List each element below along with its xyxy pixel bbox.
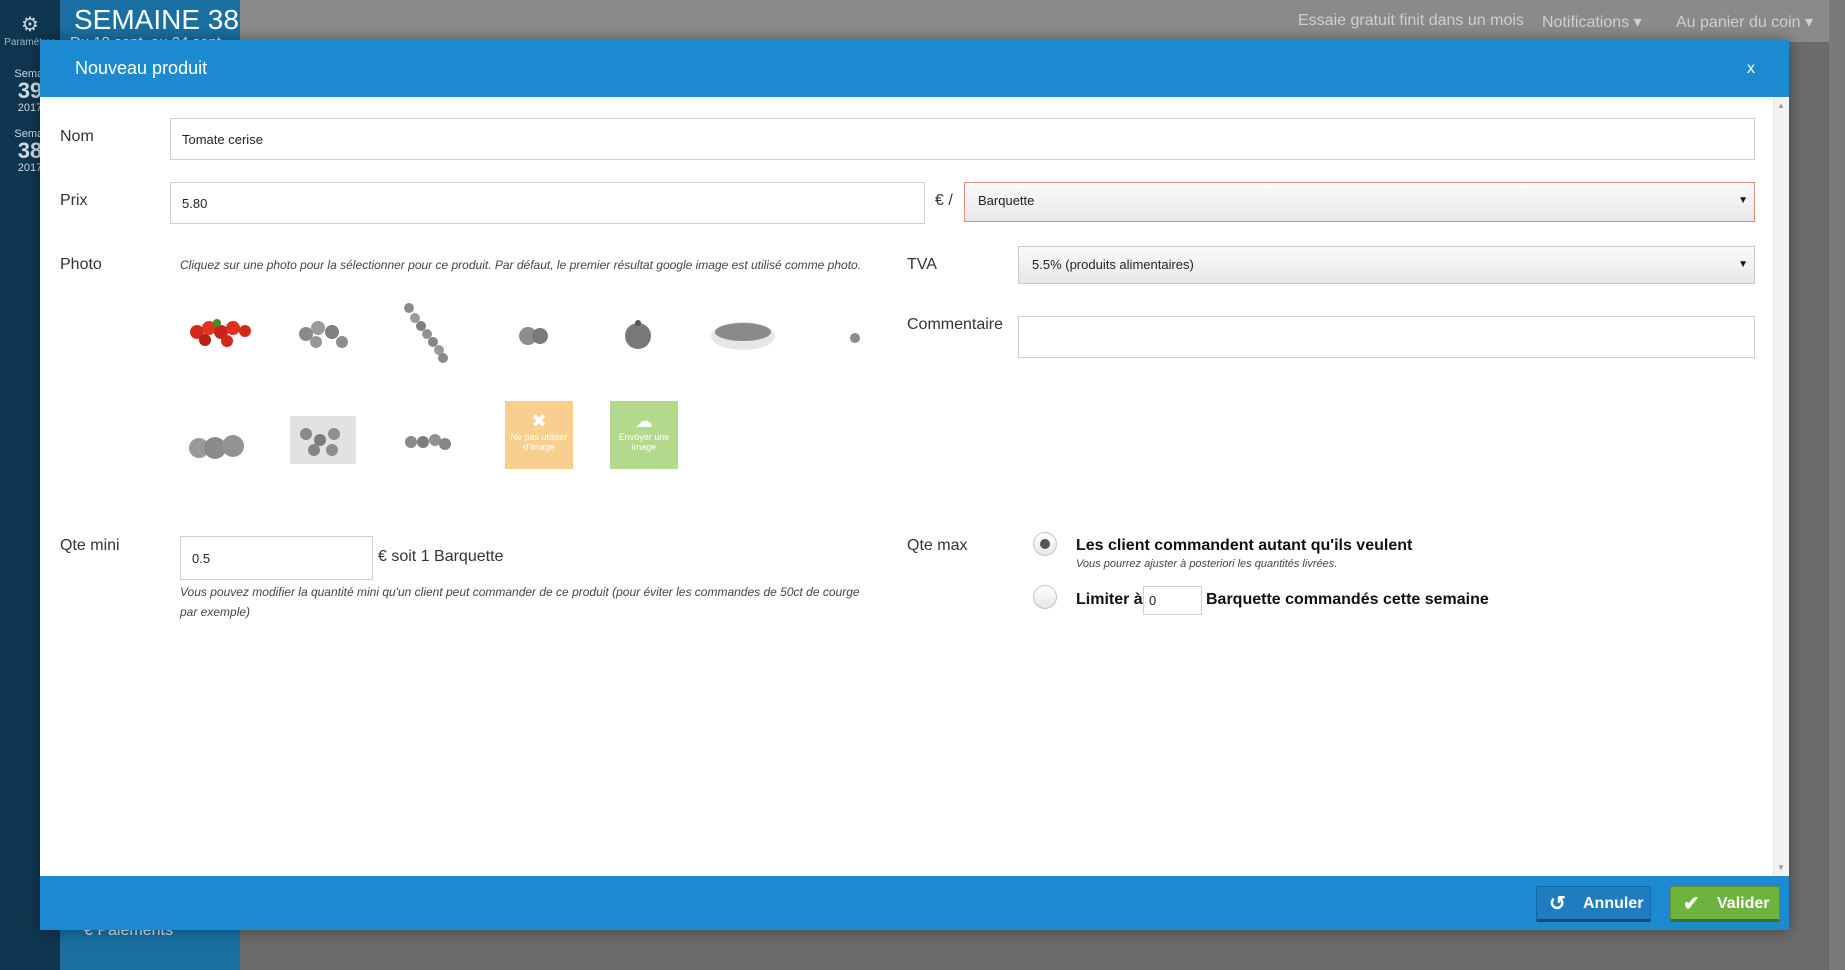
dropdown-arrow-icon: ▼ (1738, 195, 1748, 206)
close-button[interactable]: x (1747, 60, 1755, 78)
cart-menu[interactable]: Au panier du coin ▾ (1676, 12, 1813, 32)
upload-image-option[interactable]: ☁ Envoyer une image (610, 401, 678, 469)
top-bar: Essaie gratuit finit dans un mois Notifi… (240, 0, 1845, 42)
small-tomato-image (850, 333, 860, 343)
tva-select[interactable]: 5.5% (produits alimentaires) ▼ (1018, 246, 1755, 284)
no-image-option[interactable]: ✖ Ne pas utiliser d'image (505, 401, 573, 469)
qte-mini-label: Qte mini (60, 537, 120, 554)
gear-icon: ⚙ (21, 14, 39, 36)
photo-option-10[interactable] (393, 404, 463, 474)
radio-unlimited[interactable] (1033, 532, 1057, 556)
qte-mini-input[interactable] (180, 536, 373, 580)
unlimited-option-label: Les client commandent autant qu'ils veul… (1076, 537, 1413, 554)
unlimited-option-hint: Vous pourrez ajuster à posteriori les qu… (1076, 558, 1338, 570)
undo-icon: ↺ (1549, 893, 1566, 915)
photo-option-4[interactable] (498, 298, 568, 368)
page-scrollbar[interactable] (1829, 0, 1845, 970)
photo-option-2[interactable] (288, 298, 358, 368)
cherry-tomatoes-image (190, 319, 251, 347)
price-per-label: € / (935, 192, 953, 209)
week-title: SEMAINE 38 (74, 4, 239, 35)
modal-header: Nouveau produit x (40, 40, 1789, 97)
photo-option-8[interactable] (183, 404, 253, 474)
photo-option-6[interactable] (708, 298, 778, 368)
validate-label: Valider (1717, 895, 1770, 912)
prix-input[interactable] (170, 182, 925, 224)
modal-footer: ↺ Annuler ✔ Valider (40, 876, 1789, 930)
scroll-up-icon: ▲ (1777, 101, 1785, 110)
photo-option-9[interactable] (288, 404, 358, 474)
tomatoes-box-image (290, 416, 356, 464)
validate-button[interactable]: ✔ Valider (1670, 886, 1780, 922)
limit-suffix-label: Barquette commandés cette semaine (1206, 591, 1489, 608)
unit-select[interactable]: Barquette ▼ (964, 182, 1755, 222)
tomato-vine-image (404, 303, 448, 363)
notifications-menu[interactable]: Notifications ▾ (1542, 12, 1642, 32)
close-icon: ✖ (531, 411, 547, 431)
qte-max-label: Qte max (907, 537, 968, 554)
trial-notice: Essaie gratuit finit dans un mois (1298, 12, 1524, 29)
photo-label: Photo (60, 256, 102, 273)
upload-image-label: Envoyer une image (618, 432, 670, 452)
dropdown-arrow-icon: ▼ (1738, 259, 1748, 270)
qte-mini-hint: Vous pouvez modifier la quantité mini qu… (180, 585, 860, 619)
photo-option-5[interactable] (603, 298, 673, 368)
tomato-cluster-image (405, 434, 451, 450)
scroll-down-icon: ▼ (1777, 863, 1785, 872)
tva-label: TVA (907, 256, 937, 273)
tva-select-value: 5.5% (produits alimentaires) (1032, 257, 1194, 272)
modal-title: Nouveau produit (75, 58, 208, 78)
cloud-upload-icon: ☁ (635, 411, 653, 431)
limit-quantity-input[interactable] (1143, 586, 1202, 615)
photo-hint: Cliquez sur une photo pour la sélectionn… (180, 258, 862, 272)
radio-selected-dot (1040, 539, 1050, 549)
tomatoes-gray-image (299, 321, 348, 348)
nom-label: Nom (60, 128, 94, 145)
new-product-modal: Nouveau produit x Nom Prix € / Barquette… (40, 40, 1789, 930)
round-tomatoes-image (189, 435, 244, 459)
cancel-label: Annuler (1583, 895, 1644, 912)
single-tomato-image (625, 320, 651, 349)
commentaire-label: Commentaire (907, 316, 1004, 333)
unit-select-value: Barquette (978, 193, 1035, 208)
limit-prefix-label: Limiter à (1076, 591, 1143, 608)
check-icon: ✔ (1683, 893, 1700, 915)
photo-option-7[interactable] (813, 298, 883, 368)
tomato-bowl-image (711, 322, 775, 350)
qte-mini-suffix: € soit 1 Barquette (378, 548, 504, 565)
tomato-pair-image (519, 327, 548, 345)
photo-option-3[interactable] (393, 298, 463, 368)
nom-input[interactable] (170, 118, 1755, 160)
radio-limit[interactable] (1033, 585, 1057, 609)
photo-option-1[interactable] (183, 298, 253, 368)
cancel-button[interactable]: ↺ Annuler (1536, 886, 1651, 922)
modal-scrollbar[interactable]: ▲ ▼ (1773, 97, 1789, 876)
prix-label: Prix (60, 192, 88, 209)
commentaire-input[interactable] (1018, 316, 1755, 358)
no-image-label: Ne pas utiliser d'image (510, 432, 568, 452)
